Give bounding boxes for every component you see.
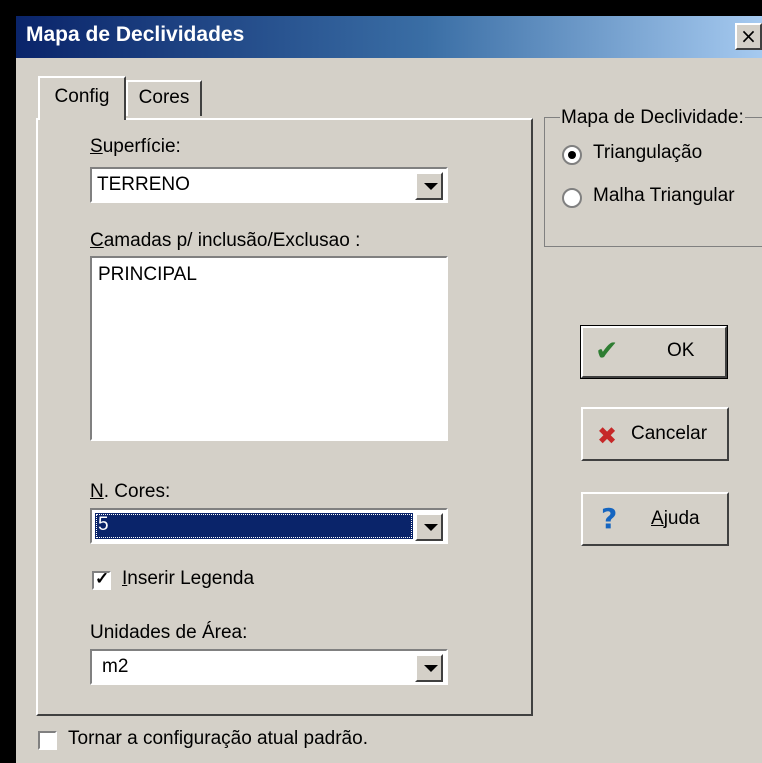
unidades-value: m2 bbox=[102, 656, 129, 677]
inserir-legenda-checkbox[interactable]: ✓ bbox=[92, 569, 111, 590]
close-button[interactable]: × bbox=[735, 23, 762, 50]
malha-triangular-label: Malha Triangular bbox=[593, 185, 735, 206]
unidades-select[interactable]: m2 bbox=[90, 649, 448, 685]
radio-dot bbox=[568, 151, 576, 159]
n-cores-select[interactable]: 5 bbox=[90, 508, 448, 544]
chevron-down-icon bbox=[424, 665, 438, 672]
window-title: Mapa de Declividades bbox=[26, 23, 245, 46]
cancel-button[interactable]: ✖ Cancelar bbox=[581, 407, 729, 461]
triangulacao-radio[interactable] bbox=[562, 145, 582, 165]
x-icon: ✖ bbox=[597, 422, 618, 450]
mapa-declividade-group bbox=[544, 117, 762, 247]
n-cores-value: 5 bbox=[98, 514, 109, 535]
inserir-legenda-label: Inserir Legenda bbox=[122, 568, 255, 589]
tab-cores[interactable]: Cores bbox=[126, 80, 202, 116]
help-button[interactable]: ? Ajuda bbox=[581, 492, 729, 546]
default-config-checkbox[interactable] bbox=[38, 731, 57, 750]
unidades-label: Unidades de Área: bbox=[90, 622, 248, 643]
camadas-label: Camadas p/ inclusão/Exclusao : bbox=[90, 230, 361, 251]
list-item[interactable]: PRINCIPAL bbox=[98, 264, 197, 286]
chevron-down-icon bbox=[424, 183, 438, 190]
malha-triangular-radio[interactable] bbox=[562, 188, 582, 208]
superficie-select[interactable]: TERRENO bbox=[90, 167, 448, 203]
checkmark-icon: ✓ bbox=[95, 569, 110, 588]
close-icon: × bbox=[740, 24, 757, 48]
ok-label: OK bbox=[667, 340, 695, 361]
dialog-window: Mapa de Declividades × Config Cores Supe… bbox=[16, 16, 762, 763]
n-cores-dropdown-button[interactable] bbox=[415, 513, 443, 541]
question-icon: ? bbox=[601, 502, 618, 535]
chevron-down-icon bbox=[424, 524, 438, 531]
title-bar: Mapa de Declividades × bbox=[16, 16, 762, 58]
triangulacao-label: Triangulação bbox=[593, 142, 703, 163]
tab-config[interactable]: Config bbox=[38, 76, 126, 120]
n-cores-selection bbox=[95, 513, 413, 539]
help-label: Ajuda bbox=[651, 508, 700, 529]
n-cores-label: N. Cores: bbox=[90, 481, 171, 502]
mapa-declividade-title: Mapa de Declividade: bbox=[560, 107, 745, 129]
checkmark-icon: ✔ bbox=[595, 334, 619, 367]
unidades-dropdown-button[interactable] bbox=[415, 654, 443, 682]
superficie-dropdown-button[interactable] bbox=[415, 172, 443, 200]
camadas-listbox[interactable]: PRINCIPAL bbox=[90, 256, 448, 441]
superficie-value: TERRENO bbox=[97, 174, 190, 195]
superficie-label: Superfície: bbox=[90, 136, 181, 157]
default-config-label: Tornar a configuração atual padrão. bbox=[68, 728, 368, 749]
cancel-label: Cancelar bbox=[631, 423, 708, 444]
ok-button[interactable]: ✔ OK bbox=[580, 325, 728, 379]
